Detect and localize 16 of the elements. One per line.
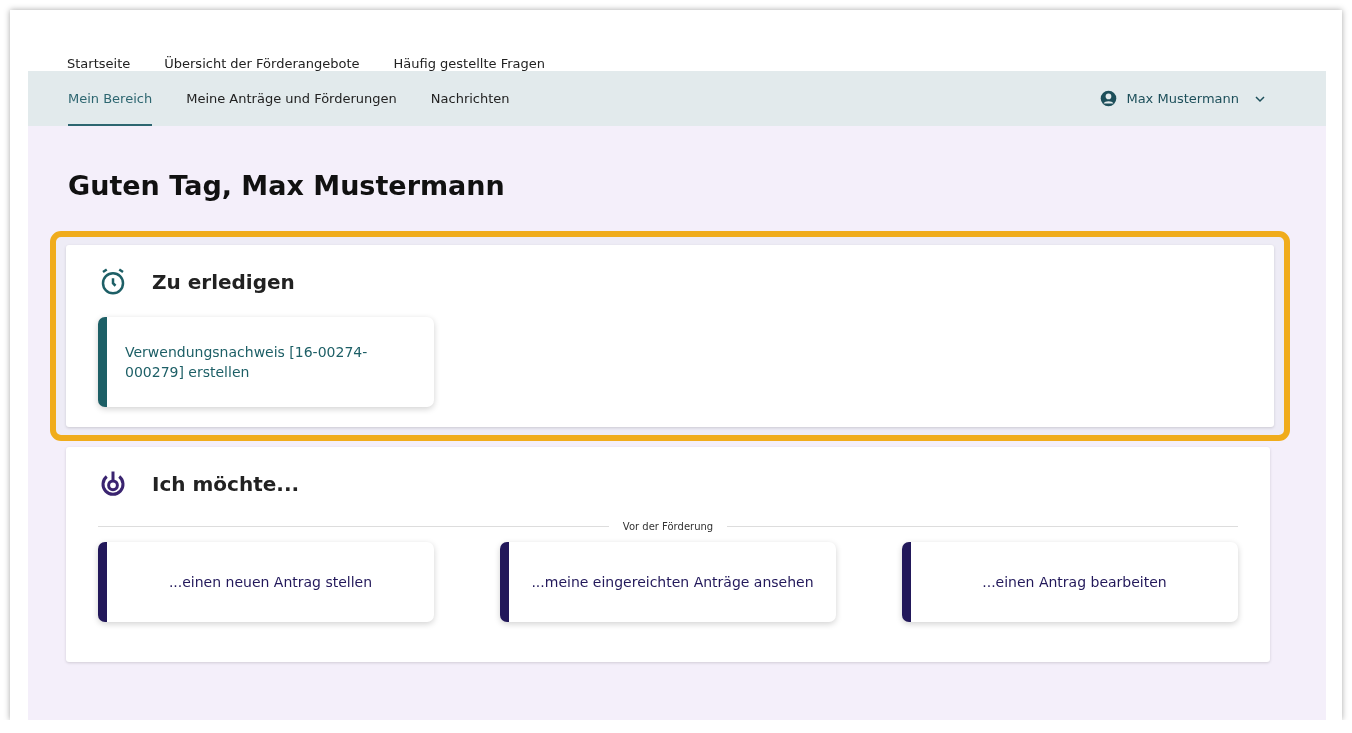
action-tile[interactable]: ...einen Antrag bearbeiten (902, 542, 1238, 622)
divider-label: Vor der Förderung (622, 521, 714, 532)
tab[interactable]: Meine Anträge und Förderungen (186, 71, 397, 126)
nav-link[interactable]: Übersicht der Förderangebote (164, 56, 360, 74)
todo-tile[interactable]: Verwendungsnachweis [16-00274-000279] erstellen (98, 317, 434, 407)
user-menu[interactable]: Max Mustermann (1100, 71, 1286, 126)
nav-link[interactable]: Startseite (67, 56, 131, 74)
user-icon (1100, 90, 1118, 107)
section-title: Zu erledigen (152, 270, 295, 294)
action-tile[interactable]: ...meine eingereichten Anträge ansehen (500, 542, 836, 622)
tab[interactable]: Nachrichten (430, 71, 510, 126)
action-tile[interactable]: ...einen neuen Antrag stellen (98, 542, 434, 622)
nav-link[interactable]: Häufig gestellte Fragen (393, 56, 545, 74)
section-title: Ich möchte... (152, 472, 300, 496)
tab[interactable]: Mein Bereich (68, 71, 153, 126)
greeting-heading: Guten Tag, Max Mustermann (68, 170, 506, 203)
